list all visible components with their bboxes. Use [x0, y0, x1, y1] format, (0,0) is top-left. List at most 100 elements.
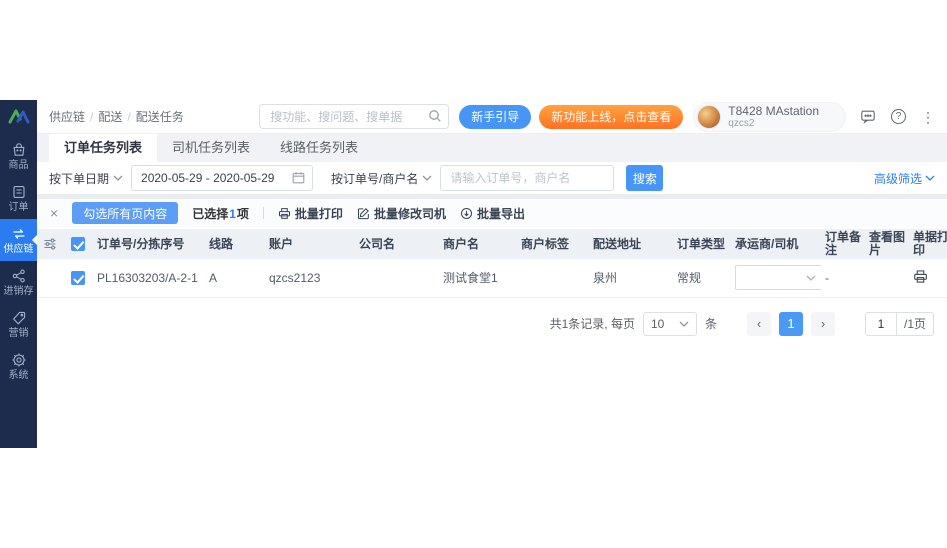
table-header-row: 订单号/分拣序号 线路 账户 公司名 商户名 商户标签 配送地址 订单类型 承运…	[37, 229, 947, 259]
search-icon	[428, 109, 442, 123]
top-bar: 供应链 / 配送 / 配送任务 新手引导 新功能上线，点击查看 T8428	[37, 100, 947, 134]
global-search-input[interactable]	[259, 104, 449, 129]
selected-count-text: 已选择1项	[192, 205, 249, 222]
calendar-icon	[292, 171, 305, 184]
col-address: 配送地址	[589, 229, 673, 259]
main-area: 供应链 / 配送 / 配送任务 新手引导 新功能上线，点击查看 T8428	[37, 100, 947, 448]
cell-line: A	[205, 259, 265, 297]
col-account: 账户	[265, 229, 355, 259]
keyword-type-label: 按订单号/商户名	[331, 170, 418, 187]
app-window: 商品 订单 供应链 进销存	[0, 100, 947, 448]
date-type-label: 按下单日期	[49, 170, 109, 187]
prev-page-button[interactable]: ‹	[747, 312, 771, 336]
vertical-divider	[263, 207, 264, 219]
row-print-icon[interactable]	[913, 269, 928, 284]
col-remark: 订单备注	[821, 229, 865, 259]
page-size-value: 10	[651, 317, 664, 331]
selected-prefix: 已选择	[192, 207, 228, 221]
col-image: 查看图片	[865, 229, 909, 259]
date-range-picker[interactable]	[131, 165, 313, 191]
order-document-icon	[11, 184, 27, 200]
total-records-text: 共1条记录, 每页	[550, 315, 635, 332]
chevron-down-icon	[679, 321, 689, 327]
col-order-no: 订单号/分拣序号	[93, 229, 205, 259]
supply-chain-arrows-icon	[11, 226, 27, 242]
beginner-guide-button[interactable]: 新手引导	[459, 105, 531, 129]
tab-driver-task-list[interactable]: 司机任务列表	[157, 134, 265, 162]
shopping-bag-icon	[11, 142, 27, 158]
cell-company	[355, 259, 439, 297]
gear-icon	[11, 352, 27, 368]
sidebar-item-label: 订单	[9, 202, 29, 213]
keyword-type-select[interactable]: 按订单号/商户名	[331, 170, 432, 187]
page-jump-input[interactable]: 1	[866, 313, 896, 335]
breadcrumb-item[interactable]: 供应链	[49, 108, 85, 125]
col-merchant: 商户名	[439, 229, 517, 259]
unit-text: 条	[705, 315, 717, 332]
sidebar-item-label: 营销	[9, 328, 29, 339]
advanced-filter-link[interactable]: 高级筛选	[874, 170, 935, 187]
batch-print-button[interactable]: 批量打印	[278, 205, 343, 222]
printer-icon	[278, 207, 291, 220]
sidebar: 商品 订单 供应链 进销存	[0, 100, 37, 448]
message-bubble-icon[interactable]	[860, 109, 876, 124]
tab-order-task-list[interactable]: 订单任务列表	[49, 134, 157, 162]
batch-action-bar: × 勾选所有页内容 已选择1项 批量打印 批量修改司机	[37, 199, 947, 227]
search-button[interactable]: 搜索	[626, 165, 663, 191]
new-feature-promo-button[interactable]: 新功能上线，点击查看	[539, 105, 683, 129]
breadcrumb-item[interactable]: 配送	[98, 108, 122, 125]
table-row: PL16303203/A-2-1 A qzcs2123 测试食堂1 泉州 常规	[37, 259, 947, 297]
total-pages-text: /1页	[896, 313, 933, 335]
col-merchant-tag: 商户标签	[517, 229, 589, 259]
current-page-button[interactable]: 1	[779, 312, 803, 336]
batch-export-button[interactable]: 批量导出	[460, 205, 525, 222]
sidebar-item-supply-chain[interactable]: 供应链	[0, 219, 37, 261]
selected-suffix: 项	[237, 207, 249, 221]
keyword-input[interactable]	[440, 165, 614, 191]
help-icon[interactable]: ?	[891, 109, 906, 124]
edit-icon	[357, 207, 370, 220]
cell-remark: -	[821, 259, 865, 297]
sidebar-item-marketing[interactable]: 营销	[0, 303, 37, 345]
batch-export-label: 批量导出	[477, 205, 525, 222]
date-type-select[interactable]: 按下单日期	[49, 170, 123, 187]
user-menu[interactable]: T8428 MAstation qzcs2	[693, 102, 846, 132]
breadcrumb-separator: /	[127, 110, 130, 124]
carrier-select[interactable]	[735, 265, 823, 290]
row-checkbox[interactable]	[71, 271, 85, 285]
more-menu-icon[interactable]: ⋮	[921, 110, 935, 124]
selected-count: 1	[228, 207, 237, 221]
cell-merchant: 测试食堂1	[439, 259, 517, 297]
col-order-type: 订单类型	[673, 229, 731, 259]
sidebar-item-inventory[interactable]: 进销存	[0, 261, 37, 303]
col-company: 公司名	[355, 229, 439, 259]
col-carrier: 承运商/司机	[731, 229, 821, 259]
sidebar-item-label: 系统	[9, 370, 29, 381]
select-all-checkbox[interactable]	[71, 237, 85, 251]
date-range-input[interactable]	[132, 171, 282, 185]
tab-route-task-list[interactable]: 线路任务列表	[265, 134, 373, 162]
page-size-select[interactable]: 10	[643, 312, 697, 336]
task-tabs: 订单任务列表 司机任务列表 线路任务列表	[37, 134, 947, 162]
sidebar-item-system[interactable]: 系统	[0, 345, 37, 387]
batch-print-label: 批量打印	[295, 205, 343, 222]
filter-bar: 按下单日期 按订单号/商户名 搜索 高级筛选	[37, 162, 947, 194]
cell-address: 泉州	[589, 259, 673, 297]
cell-order-no: PL16303203/A-2-1	[93, 259, 205, 297]
cell-account: qzcs2123	[265, 259, 355, 297]
sidebar-item-orders[interactable]: 订单	[0, 177, 37, 219]
sidebar-item-goods[interactable]: 商品	[0, 135, 37, 177]
chevron-down-icon	[113, 175, 123, 181]
column-settings-icon[interactable]	[43, 237, 57, 251]
col-print: 单据打印	[909, 229, 947, 259]
batch-modify-driver-button[interactable]: 批量修改司机	[357, 205, 446, 222]
top-icon-bar: ? ⋮	[860, 109, 935, 124]
breadcrumb-separator: /	[90, 110, 93, 124]
global-search	[259, 104, 449, 129]
order-task-table: 订单号/分拣序号 线路 账户 公司名 商户名 商户标签 配送地址 订单类型 承运…	[37, 229, 947, 298]
select-all-pages-button[interactable]: 勾选所有页内容	[72, 202, 178, 224]
chevron-down-icon	[806, 275, 816, 281]
close-icon[interactable]: ×	[50, 206, 58, 220]
col-line: 线路	[205, 229, 265, 259]
next-page-button[interactable]: ›	[811, 312, 835, 336]
